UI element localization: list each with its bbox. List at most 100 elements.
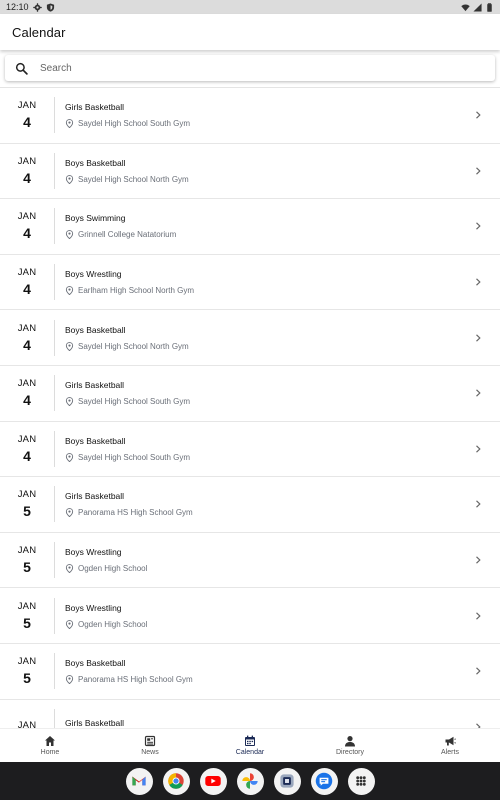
- event-location-text: Grinnell College Natatorium: [78, 230, 177, 240]
- event-row[interactable]: JAN 4 Boys Basketball Saydel High School…: [0, 144, 500, 200]
- home-icon: [45, 736, 55, 746]
- location-pin-icon: [65, 397, 74, 407]
- location-pin-icon: [65, 119, 74, 129]
- event-name: Boys Wrestling: [65, 269, 122, 280]
- chevron-right-icon[interactable]: [474, 389, 482, 397]
- event-date: JAN 4: [0, 156, 54, 186]
- event-row[interactable]: JAN 5 Boys Wrestling Ogden High School: [0, 533, 500, 589]
- nav-item-news[interactable]: News: [100, 729, 200, 762]
- event-month: JAN: [17, 322, 37, 334]
- chevron-right-icon[interactable]: [474, 500, 482, 509]
- messages-app-button[interactable]: [310, 767, 338, 795]
- nav-item-calendar[interactable]: Calendar: [200, 729, 300, 762]
- date-divider: [54, 597, 55, 634]
- event-row[interactable]: JAN 5 Boys Wrestling Ogden High School: [0, 588, 500, 644]
- chevron-right-icon[interactable]: [474, 612, 482, 620]
- chevron-right-icon[interactable]: [474, 167, 482, 175]
- youtube-app-button[interactable]: [199, 767, 227, 795]
- nav-item-home[interactable]: Home: [0, 729, 100, 762]
- event-date: JAN 4: [0, 267, 54, 297]
- nav-item-directory[interactable]: Directory: [300, 729, 400, 762]
- event-row[interactable]: JAN 4 Boys Basketball Saydel High School…: [0, 310, 500, 366]
- event-date: JAN 4: [0, 211, 54, 241]
- event-day: 4: [23, 336, 31, 353]
- chevron-right-icon[interactable]: [474, 556, 482, 564]
- nav-label: Home: [40, 749, 60, 756]
- event-location: Earlham High School North Gym: [65, 286, 500, 296]
- app-dock: [0, 762, 500, 800]
- gmail-app-button[interactable]: [125, 767, 153, 795]
- event-row[interactable]: JAN 5 Boys Basketball Panorama HS High S…: [0, 644, 500, 700]
- messages-icon: [315, 772, 333, 790]
- chevron-right-icon[interactable]: [474, 445, 482, 453]
- chevron-right-icon[interactable]: [474, 667, 482, 675]
- event-date: JAN: [0, 720, 54, 728]
- page-title: Calendar: [12, 24, 66, 40]
- event-name: Boys Basketball: [65, 324, 126, 335]
- chevron-right-icon[interactable]: [474, 111, 482, 119]
- event-day: 5: [23, 503, 31, 520]
- event-day: 4: [23, 281, 31, 298]
- chrome-app-button[interactable]: [162, 767, 190, 795]
- event-name: Boys Swimming: [65, 213, 126, 224]
- event-row[interactable]: JAN 4 Boys Swimming Grinnell College Nat…: [0, 199, 500, 255]
- location-pin-icon: [65, 174, 74, 184]
- event-info: Boys Swimming Grinnell College Natatoriu…: [65, 213, 500, 240]
- school-app-app-button[interactable]: [273, 767, 301, 795]
- chevron-right-icon[interactable]: [474, 278, 482, 286]
- event-row[interactable]: JAN 4 Boys Basketball Saydel High School…: [0, 422, 500, 478]
- search-bar[interactable]: [5, 55, 495, 81]
- event-month: JAN: [17, 100, 37, 112]
- event-location-text: Saydel High School North Gym: [78, 341, 189, 351]
- event-row[interactable]: JAN 5 Girls Basketball Panorama HS High …: [0, 477, 500, 533]
- event-row[interactable]: JAN 4 Boys Wrestling Earlham High School…: [0, 255, 500, 311]
- event-date: JAN 5: [0, 489, 54, 519]
- chevron-right-icon[interactable]: [474, 222, 482, 231]
- date-divider: [54, 486, 55, 523]
- search-input[interactable]: [40, 62, 440, 74]
- event-location: Saydel High School South Gym: [65, 397, 500, 407]
- location-pin-icon: [65, 230, 74, 240]
- event-name: Boys Wrestling: [65, 602, 122, 613]
- event-info: Boys Wrestling Earlham High School North…: [65, 269, 500, 296]
- battery-icon: [487, 2, 492, 12]
- event-location: Ogden High School: [65, 564, 500, 574]
- date-divider: [54, 708, 55, 728]
- news-icon: [144, 735, 156, 747]
- location-pin-icon: [65, 452, 74, 462]
- nav-label: Directory: [335, 749, 364, 756]
- event-info: Boys Basketball Saydel High School South…: [65, 436, 500, 462]
- event-date: JAN 4: [0, 378, 54, 408]
- photos-app-button[interactable]: [236, 767, 264, 795]
- location-pin-icon: [65, 619, 74, 629]
- app-drawer-app-button[interactable]: [347, 767, 375, 795]
- event-name: Girls Basketball: [65, 491, 125, 502]
- event-day: 5: [23, 559, 31, 576]
- event-location-text: Panorama HS High School Gym: [78, 508, 193, 518]
- app-bar: Calendar: [0, 14, 500, 50]
- nav-label: Alerts: [441, 749, 459, 756]
- event-month: JAN: [17, 719, 37, 728]
- event-info: Boys Wrestling Ogden High School: [65, 547, 500, 574]
- event-location-text: Saydel High School North Gym: [78, 174, 189, 184]
- search-icon[interactable]: [15, 62, 28, 75]
- event-row[interactable]: JAN 4 Girls Basketball Saydel High Schoo…: [0, 88, 500, 144]
- event-date: JAN 5: [0, 545, 54, 575]
- date-divider: [54, 375, 55, 412]
- event-month: JAN: [17, 656, 37, 668]
- event-location-text: Saydel High School South Gym: [78, 397, 191, 407]
- event-list[interactable]: JAN 4 Girls Basketball Saydel High Schoo…: [0, 87, 500, 728]
- event-row[interactable]: JAN 4 Girls Basketball Saydel High Schoo…: [0, 366, 500, 422]
- event-month: JAN: [17, 545, 37, 557]
- event-info: Girls Basketball Panorama HS High School…: [65, 491, 500, 518]
- location-pin-icon: [65, 286, 74, 296]
- event-row[interactable]: JAN Girls Basketball: [0, 700, 500, 728]
- chevron-right-icon[interactable]: [474, 334, 482, 342]
- nav-label: Calendar: [235, 749, 265, 756]
- nav-item-alerts[interactable]: Alerts: [400, 729, 500, 762]
- youtube-icon: [205, 776, 221, 786]
- app-drawer-icon: [356, 776, 366, 786]
- date-divider: [54, 430, 55, 467]
- event-info: Boys Wrestling Ogden High School: [65, 603, 500, 629]
- event-name: Girls Basketball: [65, 718, 125, 728]
